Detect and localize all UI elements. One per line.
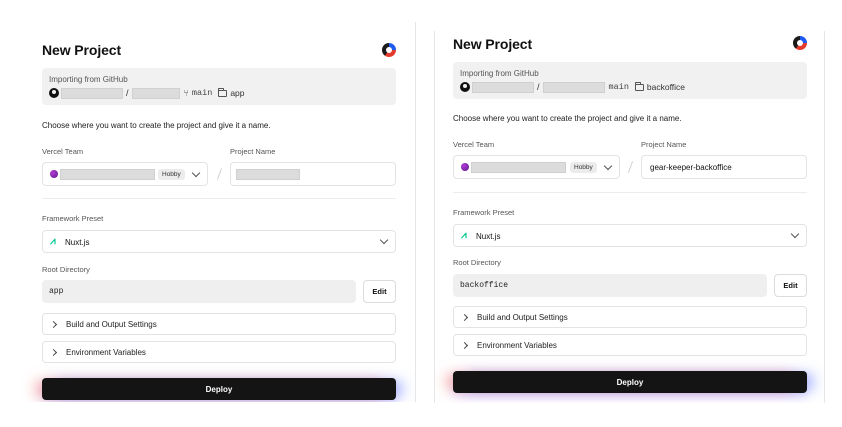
root-directory-label: Root Directory xyxy=(453,258,501,267)
redacted-owner xyxy=(472,81,534,93)
repo-separator: / xyxy=(126,88,129,98)
new-project-panel-left: New Project Importing from GitHub / ⑂ ma… xyxy=(22,22,416,402)
vercel-team-label: Vercel Team xyxy=(42,147,84,156)
env-variables-label: Environment Variables xyxy=(66,348,146,357)
repo-separator: / xyxy=(537,82,540,92)
framework-select[interactable]: ⩘ Nuxt.js xyxy=(42,230,396,253)
field-separator xyxy=(216,168,223,180)
redacted-owner xyxy=(61,87,123,99)
redacted-team-name xyxy=(60,169,155,180)
edit-root-button[interactable]: Edit xyxy=(363,280,396,303)
build-settings-accordion[interactable]: Build and Output Settings xyxy=(453,306,807,328)
chevron-down-icon xyxy=(379,235,389,245)
project-name-label: Project Name xyxy=(230,147,276,156)
project-name-value: gear-keeper-backoffice xyxy=(650,163,732,172)
import-source-box: Importing from GitHub / main backoffice xyxy=(453,62,807,99)
choose-instructions: Choose where you want to create the proj… xyxy=(42,121,271,130)
git-branch-icon: ⑂ xyxy=(183,88,189,98)
page-title: New Project xyxy=(453,36,533,52)
env-variables-accordion[interactable]: Environment Variables xyxy=(453,334,807,356)
project-name-input[interactable]: gear-keeper-backoffice xyxy=(641,155,807,179)
team-select[interactable]: Hobby xyxy=(453,155,620,179)
framework-value: Nuxt.js xyxy=(65,238,90,247)
redacted-repo xyxy=(542,81,605,93)
chevron-down-icon xyxy=(191,168,201,178)
team-avatar xyxy=(461,163,469,171)
github-icon xyxy=(460,82,470,92)
build-settings-label: Build and Output Settings xyxy=(477,313,568,322)
framework-label: Framework Preset xyxy=(453,208,515,217)
import-label: Importing from GitHub xyxy=(49,75,128,84)
section-divider xyxy=(453,192,807,193)
team-select[interactable]: Hobby xyxy=(42,162,208,186)
redacted-project-name xyxy=(236,169,300,180)
root-directory-input[interactable]: app xyxy=(42,280,356,303)
project-name-label: Project Name xyxy=(641,140,687,149)
folder-icon xyxy=(218,87,228,97)
plan-badge: Hobby xyxy=(570,162,597,173)
build-settings-label: Build and Output Settings xyxy=(66,320,157,329)
import-source-box: Importing from GitHub / ⑂ main app xyxy=(42,68,396,105)
import-repo-row: / ⑂ main app xyxy=(49,87,245,99)
chevron-down-icon xyxy=(603,161,613,171)
root-directory-value: app xyxy=(49,287,64,296)
framework-select[interactable]: ⩘ Nuxt.js xyxy=(453,224,807,247)
folder-icon xyxy=(634,81,644,91)
section-divider xyxy=(42,198,396,199)
team-avatar xyxy=(50,170,58,178)
github-icon xyxy=(49,88,59,98)
vercel-team-label: Vercel Team xyxy=(453,140,495,149)
env-variables-accordion[interactable]: Environment Variables xyxy=(42,341,396,363)
new-project-panel-right: New Project Importing from GitHub / main… xyxy=(434,31,825,403)
deploy-button[interactable]: Deploy xyxy=(453,371,807,393)
plan-badge: Hobby xyxy=(158,169,185,180)
choose-instructions: Choose where you want to create the proj… xyxy=(453,114,682,123)
chevron-right-icon xyxy=(460,341,469,350)
vercel-brand-icon xyxy=(793,36,807,50)
chevron-right-icon xyxy=(460,313,469,322)
comparison-stage: New Project Importing from GitHub / ⑂ ma… xyxy=(0,0,842,427)
env-variables-label: Environment Variables xyxy=(477,341,557,350)
root-directory-label: Root Directory xyxy=(42,265,90,274)
nuxt-icon: ⩘ xyxy=(461,230,467,241)
vercel-brand-icon xyxy=(382,43,396,57)
deploy-button[interactable]: Deploy xyxy=(42,378,396,400)
chevron-down-icon xyxy=(790,229,800,239)
chevron-right-icon xyxy=(49,320,58,329)
import-repo-row: / main backoffice xyxy=(460,81,685,93)
root-directory-input[interactable]: backoffice xyxy=(453,274,767,297)
chevron-right-icon xyxy=(49,348,58,357)
import-directory: app xyxy=(230,88,245,98)
branch-name: main xyxy=(191,88,213,98)
import-label: Importing from GitHub xyxy=(460,69,539,78)
edit-root-button[interactable]: Edit xyxy=(774,274,807,297)
redacted-repo xyxy=(131,87,180,99)
framework-value: Nuxt.js xyxy=(476,232,501,241)
framework-label: Framework Preset xyxy=(42,214,104,223)
branch-name: main xyxy=(608,82,629,92)
import-directory: backoffice xyxy=(646,82,686,92)
nuxt-icon: ⩘ xyxy=(50,236,56,247)
redacted-team-name xyxy=(471,162,566,173)
page-title: New Project xyxy=(42,42,122,58)
project-name-input[interactable] xyxy=(230,162,396,186)
field-separator xyxy=(627,161,634,173)
build-settings-accordion[interactable]: Build and Output Settings xyxy=(42,313,396,335)
root-directory-value: backoffice xyxy=(460,281,509,290)
